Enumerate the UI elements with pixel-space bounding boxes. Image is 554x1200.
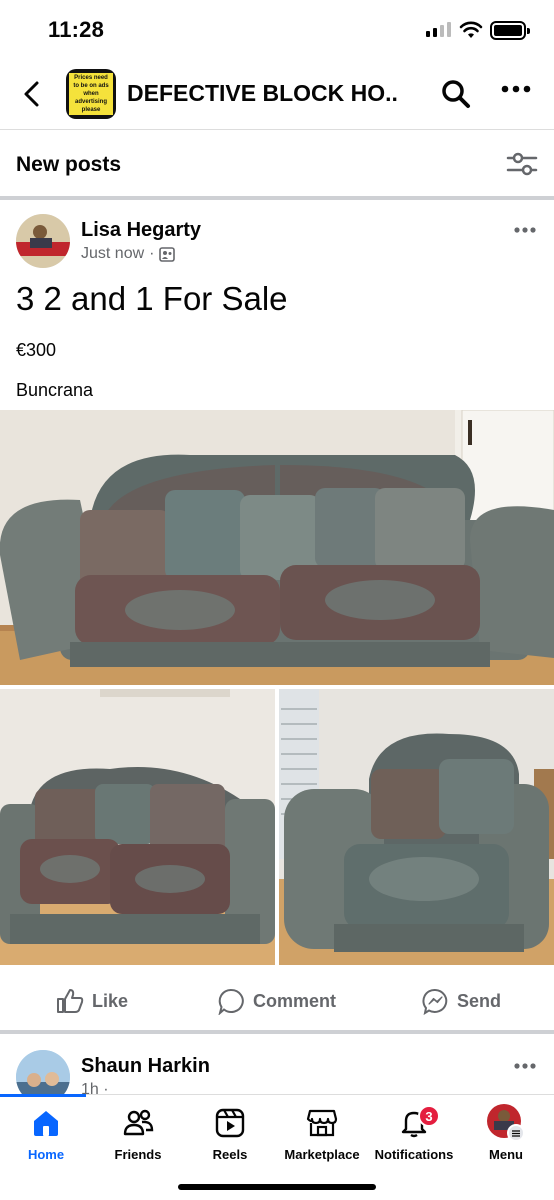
filter-sliders-icon[interactable]: [506, 150, 538, 178]
battery-icon: [490, 21, 530, 40]
status-time: 11:28: [48, 17, 105, 42]
post-photo-sofa-3-seater[interactable]: [0, 410, 554, 685]
post-price: €300: [16, 340, 57, 360]
group-members-icon: [159, 246, 176, 262]
feed-separator: [0, 196, 554, 200]
tab-label: Friends: [114, 1147, 162, 1162]
like-button[interactable]: Like: [56, 988, 128, 1014]
more-options-icon[interactable]: [500, 84, 532, 94]
tab-menu[interactable]: Menu: [460, 1095, 552, 1162]
group-avatar-text: Prices need to be on ads when advertisin…: [69, 73, 113, 115]
new-posts-bar: New posts: [0, 130, 554, 196]
group-header: Prices need to be on ads when advertisin…: [0, 58, 554, 130]
messenger-icon: [422, 988, 448, 1015]
tab-notifications[interactable]: 3 Notifications: [368, 1095, 460, 1162]
search-icon[interactable]: [440, 78, 472, 110]
post-meta: Just now ·: [81, 245, 176, 263]
comment-label: Comment: [253, 991, 337, 1011]
post-time[interactable]: 1h: [81, 1081, 99, 1095]
post-action-bar: Like Comment Send: [0, 978, 554, 1028]
post-separator: [0, 1030, 554, 1034]
meta-separator: ·: [103, 1081, 109, 1095]
post-title: 3 2 and 1 For Sale: [16, 280, 288, 317]
tab-friends[interactable]: Friends: [92, 1095, 184, 1162]
wifi-icon: [459, 21, 483, 38]
meta-separator: ·: [149, 245, 155, 262]
tab-label: Marketplace: [284, 1147, 360, 1162]
group-avatar[interactable]: Prices need to be on ads when advertisin…: [66, 69, 116, 119]
status-bar: 11:28: [0, 0, 554, 58]
comment-bubble-icon: [218, 988, 244, 1015]
post-meta: 1h ·: [81, 1081, 109, 1095]
post-location: Buncrana: [16, 380, 94, 400]
marketplace-icon: [306, 1109, 338, 1137]
comment-button[interactable]: Comment: [218, 988, 336, 1015]
post-photo-armchair[interactable]: [279, 689, 554, 965]
home-indicator: [178, 1184, 376, 1190]
post-photo-sofa-2-seater[interactable]: [0, 689, 275, 965]
tab-label: Home: [27, 1147, 65, 1162]
reels-icon: [215, 1108, 245, 1138]
post-author-name[interactable]: Shaun Harkin: [81, 1055, 210, 1078]
group-title[interactable]: DEFECTIVE BLOCK HO...: [127, 80, 397, 107]
tab-label: Reels: [212, 1147, 248, 1162]
like-thumb-icon: [57, 989, 84, 1013]
notification-badge: 3: [418, 1105, 440, 1127]
tab-reels[interactable]: Reels: [184, 1095, 276, 1162]
tab-label: Menu: [489, 1147, 523, 1162]
menu-avatar-icon: [487, 1104, 525, 1142]
back-arrow-icon[interactable]: [16, 78, 48, 110]
new-posts-title: New posts: [16, 153, 122, 176]
post-author-name[interactable]: Lisa Hegarty: [81, 219, 201, 242]
post-time[interactable]: Just now: [81, 245, 144, 263]
tab-label: Notifications: [374, 1147, 454, 1162]
author-avatar[interactable]: [16, 214, 70, 268]
home-icon: [34, 1111, 58, 1136]
post-more-icon[interactable]: [513, 226, 537, 234]
send-button[interactable]: Send: [422, 988, 501, 1015]
tab-marketplace[interactable]: Marketplace: [276, 1095, 368, 1162]
signal-icon: [426, 22, 451, 37]
send-label: Send: [457, 991, 502, 1011]
like-label: Like: [92, 990, 129, 1011]
post-more-icon[interactable]: [513, 1062, 537, 1070]
friends-icon: [123, 1109, 154, 1136]
tab-home[interactable]: Home: [0, 1095, 92, 1162]
